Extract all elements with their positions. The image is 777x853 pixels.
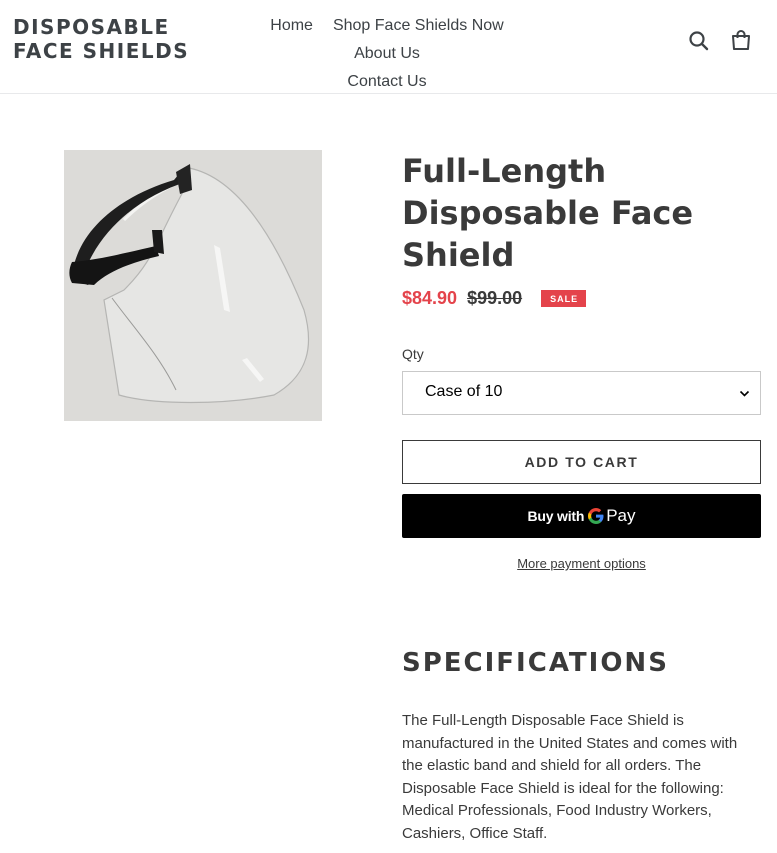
- sale-price: $84.90: [402, 287, 458, 308]
- price-row: $84.90 $99.00 SALE: [402, 287, 587, 309]
- nav-shop-face-shields[interactable]: Shop Face Shields Now: [333, 14, 504, 38]
- buy-with-gpay-button[interactable]: Buy with Pay: [402, 494, 761, 538]
- buy-with-label: Buy with: [527, 508, 585, 524]
- nav-home[interactable]: Home: [270, 14, 313, 38]
- product-image[interactable]: [64, 150, 322, 421]
- chevron-down-icon: [739, 390, 750, 397]
- google-g-icon: [588, 508, 604, 524]
- qty-selected-value: Case of 10: [425, 383, 503, 400]
- sale-badge: SALE: [541, 289, 587, 307]
- specifications-heading: SPECIFICATIONS: [402, 648, 669, 678]
- logo-line-1: DISPOSABLE: [13, 15, 170, 39]
- main-nav: Home Shop Face Shields Now About Us Contact…: [220, 14, 554, 98]
- logo-link[interactable]: DISPOSABLE FACE SHIELDS: [13, 15, 189, 63]
- more-payment-options-link[interactable]: More payment options: [402, 556, 761, 571]
- qty-label: Qty: [402, 346, 424, 362]
- cart-icon[interactable]: [730, 29, 752, 51]
- site-header: DISPOSABLE FACE SHIELDS Home Shop Face Shi…: [0, 0, 777, 94]
- qty-select[interactable]: Case of 10: [402, 371, 761, 415]
- specifications-text: The Full-Length Disposable Face Shield i…: [402, 712, 738, 842]
- logo-line-2: FACE SHIELDS: [13, 39, 190, 63]
- add-to-cart-button[interactable]: ADD TO CART: [402, 440, 761, 484]
- nav-contact-us[interactable]: Contact Us: [347, 70, 426, 94]
- pay-word: Pay: [606, 506, 636, 525]
- google-pay-logo: Pay: [588, 506, 636, 526]
- regular-price: $99.00: [467, 287, 523, 308]
- product-title: Full-Length Disposable Face Shield: [402, 152, 694, 274]
- site-logo[interactable]: DISPOSABLE FACE SHIELDS: [13, 15, 189, 63]
- face-shield-photo: [64, 150, 322, 421]
- search-icon[interactable]: [688, 30, 710, 52]
- nav-about-us[interactable]: About Us: [354, 42, 420, 66]
